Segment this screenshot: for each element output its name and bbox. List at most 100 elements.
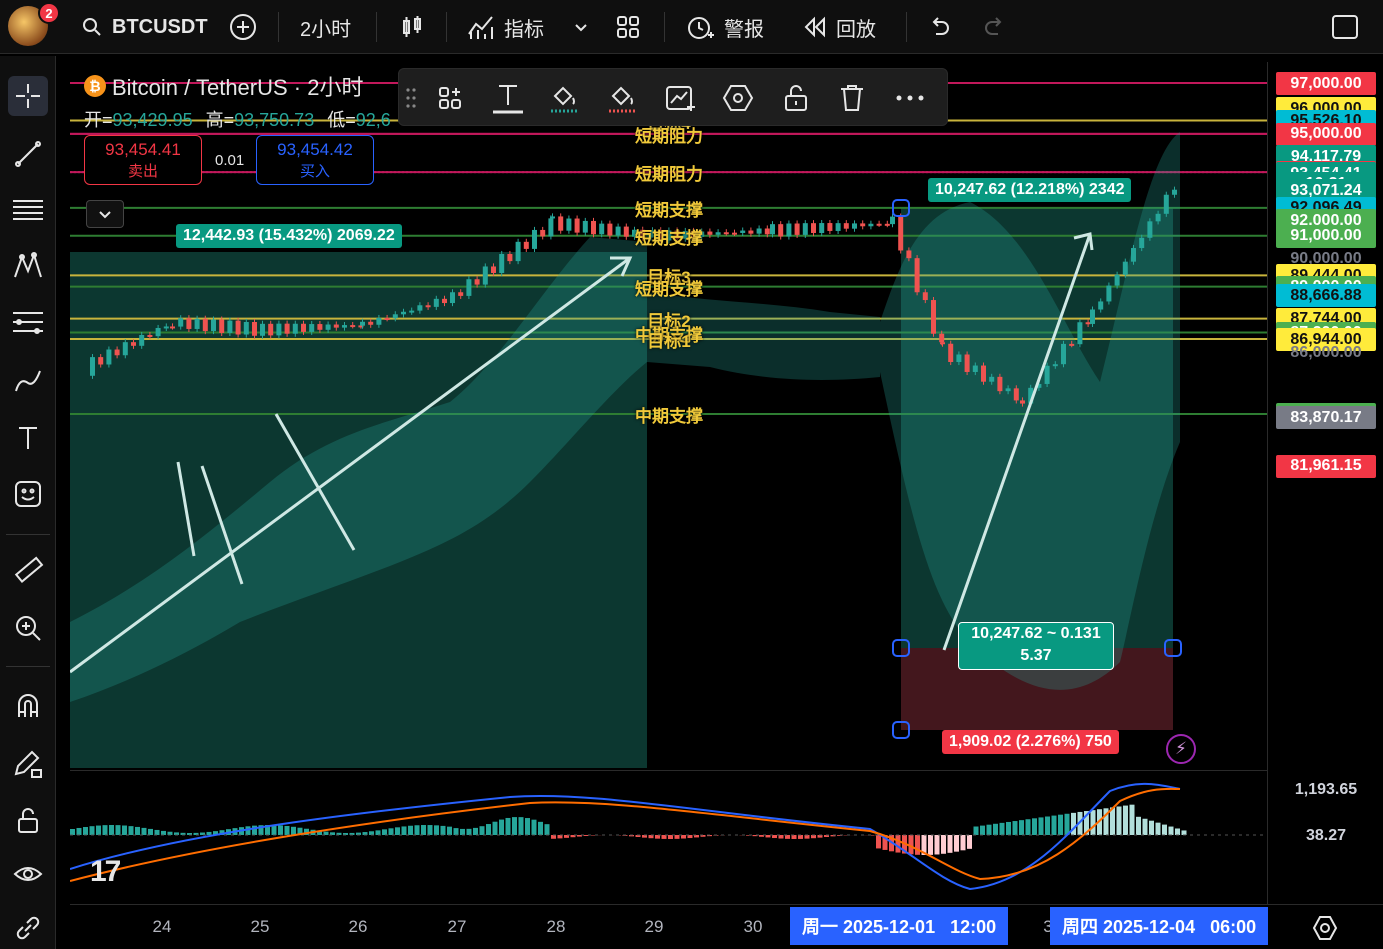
visibility-tool[interactable] bbox=[8, 854, 48, 894]
forecast-icon bbox=[13, 312, 43, 334]
chevron-down-icon bbox=[99, 211, 111, 219]
buy-button[interactable]: 93,454.42 买入 bbox=[256, 135, 374, 185]
template-button[interactable] bbox=[431, 79, 469, 117]
rewind-icon bbox=[804, 16, 825, 38]
candle bbox=[550, 216, 555, 219]
macd-pane[interactable]: 17 bbox=[70, 770, 1267, 902]
indicators-dropdown[interactable] bbox=[572, 8, 590, 46]
plus-circle-icon bbox=[230, 14, 256, 40]
level-label[interactable]: 中期支撑 bbox=[635, 402, 703, 427]
fill-color-button[interactable] bbox=[545, 79, 583, 117]
emoji-tool[interactable] bbox=[8, 474, 48, 514]
macd-histogram-bar bbox=[1071, 812, 1076, 835]
macd-histogram-bar bbox=[414, 825, 420, 835]
candle bbox=[931, 300, 936, 334]
drag-handle[interactable] bbox=[401, 79, 421, 117]
macd-histogram-bar bbox=[109, 825, 114, 835]
candle bbox=[794, 223, 800, 235]
delete-drawing-button[interactable] bbox=[833, 79, 871, 117]
magnet-tool[interactable] bbox=[8, 686, 48, 726]
tradingview-logo[interactable]: 17 bbox=[90, 855, 121, 889]
candle bbox=[770, 224, 775, 235]
text-style-button[interactable] bbox=[489, 79, 527, 117]
sell-price: 93,454.41 bbox=[105, 139, 181, 159]
redo-button[interactable] bbox=[982, 8, 1008, 46]
alert-button[interactable]: 警报 bbox=[684, 8, 764, 46]
candle bbox=[252, 321, 257, 336]
measure-tool[interactable] bbox=[8, 550, 48, 590]
level-label[interactable]: 短期阻力 bbox=[635, 160, 703, 185]
measure-up-label[interactable]: 10,247.62 (12.218%) 2342 bbox=[928, 178, 1132, 202]
candle bbox=[1122, 261, 1128, 275]
fullscreen-button[interactable] bbox=[1330, 8, 1360, 46]
level-label[interactable]: 目标1 bbox=[647, 327, 690, 352]
macd-axis-label: 1,193.65 bbox=[1294, 780, 1358, 798]
measure-left-label[interactable]: 12,442.93 (15.432%) 2069.22 bbox=[176, 224, 402, 248]
candle bbox=[989, 376, 995, 382]
candle bbox=[392, 314, 398, 319]
candle bbox=[707, 231, 713, 235]
brush-tool[interactable] bbox=[8, 360, 48, 400]
fib-tool[interactable] bbox=[8, 190, 48, 230]
trendline-tool[interactable] bbox=[8, 134, 48, 174]
symbol-legend[interactable]: ₿ Bitcoin / TetherUS · 2小时 bbox=[84, 70, 363, 102]
crosshair-tool[interactable] bbox=[8, 76, 48, 116]
macd-histogram-bar bbox=[479, 826, 485, 835]
layout-button[interactable] bbox=[614, 8, 642, 46]
candle bbox=[433, 298, 439, 307]
candle bbox=[409, 310, 415, 313]
level-label[interactable]: 短期支撑 bbox=[635, 224, 703, 249]
candle bbox=[131, 342, 136, 346]
compare-button[interactable] bbox=[228, 8, 258, 46]
level-label[interactable]: 短期支撑 bbox=[635, 275, 703, 300]
measure-center-label[interactable]: 10,247.62 ~ 0.131 5.37 bbox=[958, 622, 1114, 670]
border-color-button[interactable] bbox=[603, 79, 641, 117]
macd-canvas[interactable] bbox=[70, 771, 1267, 902]
undo-button[interactable] bbox=[926, 8, 952, 46]
lightning-icon[interactable]: ⚡ bbox=[1166, 734, 1196, 764]
chevron-down-icon bbox=[575, 24, 587, 32]
indicators-button[interactable]: 指标 bbox=[466, 8, 544, 46]
chart-type-button[interactable] bbox=[398, 8, 426, 46]
macd-histogram-bar bbox=[421, 825, 426, 835]
measure-down-label[interactable]: 1,909.02 (2.276%) 750 bbox=[942, 730, 1119, 754]
macd-histogram-bar bbox=[655, 835, 660, 839]
candle bbox=[235, 320, 241, 335]
lock-drawing-tool[interactable] bbox=[8, 744, 48, 784]
candle bbox=[940, 342, 945, 345]
candle bbox=[615, 226, 621, 236]
main-chart[interactable]: ₿ Bitcoin / TetherUS · 2小时 开=93,429.95 高… bbox=[70, 62, 1267, 768]
macd-histogram-bar bbox=[960, 835, 966, 851]
price-axis[interactable]: 97,000.00 96,000.00 95,526.10 95,000.00 94,1… bbox=[1267, 62, 1383, 904]
settings-button[interactable] bbox=[719, 79, 757, 117]
zoom-tool[interactable] bbox=[8, 608, 48, 648]
time-axis[interactable]: 24 25 26 27 28 29 30 3 周一 2025-12-01 12:00 周四 2… bbox=[70, 904, 1383, 949]
interval-button[interactable]: 2小时 bbox=[300, 8, 351, 46]
more-options-button[interactable] bbox=[891, 79, 929, 117]
macd-histogram-bar bbox=[453, 828, 459, 835]
candle bbox=[194, 318, 200, 329]
collapse-legend-button[interactable] bbox=[86, 200, 124, 228]
prediction-tool[interactable] bbox=[8, 302, 48, 342]
macd-histogram-bar bbox=[1181, 830, 1187, 835]
pattern-tool[interactable] bbox=[8, 246, 48, 286]
axis-settings-button[interactable] bbox=[1312, 915, 1338, 941]
add-alert-button[interactable] bbox=[661, 79, 699, 117]
replay-button[interactable]: 回放 bbox=[802, 8, 876, 46]
macd-histogram-bar bbox=[993, 823, 998, 835]
macd-histogram-bar bbox=[765, 835, 771, 838]
macd-histogram-bar bbox=[1129, 804, 1135, 835]
candle bbox=[417, 305, 423, 311]
candle bbox=[623, 226, 629, 237]
level-label[interactable]: 短期支撑 bbox=[635, 196, 703, 221]
candle bbox=[764, 228, 770, 235]
macd-histogram-bar bbox=[434, 825, 439, 835]
text-tool[interactable] bbox=[8, 418, 48, 458]
symbol-search-button[interactable]: BTCUSDT bbox=[80, 8, 208, 46]
sell-button[interactable]: 93,454.41 卖出 bbox=[84, 135, 202, 185]
lock-drawing-button[interactable] bbox=[777, 79, 815, 117]
candle bbox=[425, 305, 431, 308]
lock-all-tool[interactable] bbox=[8, 800, 48, 840]
link-tool[interactable] bbox=[8, 908, 48, 948]
candle bbox=[1114, 274, 1120, 286]
